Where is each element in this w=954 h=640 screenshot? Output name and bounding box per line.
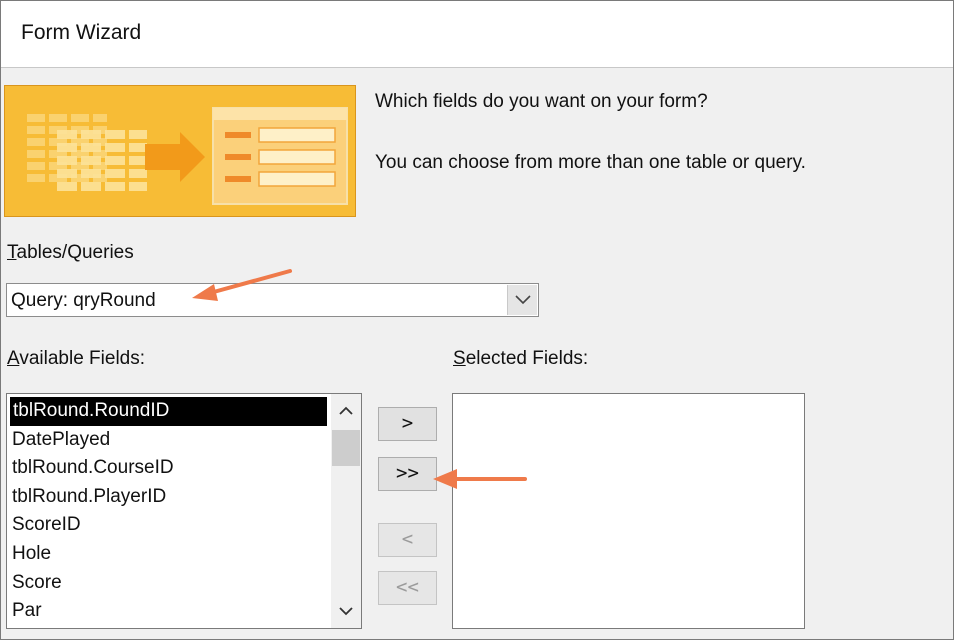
available-fields-list[interactable]: tblRound.RoundID DatePlayed tblRound.Cou… [6, 393, 362, 629]
list-item[interactable]: DatePlayed [7, 426, 329, 455]
scroll-up-button[interactable] [331, 396, 361, 426]
scroll-down-button[interactable] [331, 596, 361, 626]
selected-fields-label-text: elected Fields: [465, 348, 589, 369]
scroll-thumb[interactable] [332, 430, 360, 466]
available-fields-label-text: vailable Fields: [19, 348, 146, 369]
list-item[interactable]: tblRound.PlayerID [7, 483, 329, 512]
chevron-up-icon [339, 406, 353, 415]
chevron-down-icon [515, 295, 531, 305]
selected-fields-label: Selected Fields: [453, 348, 588, 370]
vertical-scrollbar[interactable] [331, 394, 361, 628]
prompt-hint: You can choose from more than one table … [375, 152, 806, 173]
arrow-left-icon [433, 469, 527, 489]
list-item[interactable]: Hole [7, 540, 329, 569]
tables-queries-label-text: ables/Queries [16, 242, 134, 263]
remove-field-button[interactable]: < [378, 523, 437, 557]
dropdown-button[interactable] [507, 285, 537, 315]
available-fields-label: Available Fields: [7, 348, 145, 370]
list-item[interactable]: tblRound.CourseID [7, 454, 329, 483]
list-item-selected[interactable]: tblRound.RoundID [10, 397, 327, 426]
chevron-down-icon [339, 607, 353, 616]
selected-fields-accel: S [453, 348, 466, 369]
available-fields-accel: A [7, 348, 20, 369]
arrow-left-icon [192, 269, 292, 301]
list-item[interactable]: ScoreID [7, 511, 329, 540]
add-field-button[interactable]: > [378, 407, 437, 441]
list-item[interactable]: Score [7, 569, 329, 598]
form-wizard-banner-icon [4, 85, 356, 217]
window-title: Form Wizard [21, 21, 142, 44]
form-wizard-dialog: Form Wizard Which fields do you want on … [0, 0, 954, 640]
list-item[interactable]: Par [7, 597, 329, 626]
tables-queries-label: Tables/Queries [7, 242, 134, 264]
tables-queries-value: Query: qryRound [11, 290, 156, 311]
prompt-question: Which fields do you want on your form? [375, 91, 708, 112]
tables-queries-accel: T [7, 242, 17, 263]
selected-fields-list[interactable] [452, 393, 805, 629]
remove-all-fields-button[interactable]: << [378, 571, 437, 605]
title-bar: Form Wizard [1, 1, 953, 68]
